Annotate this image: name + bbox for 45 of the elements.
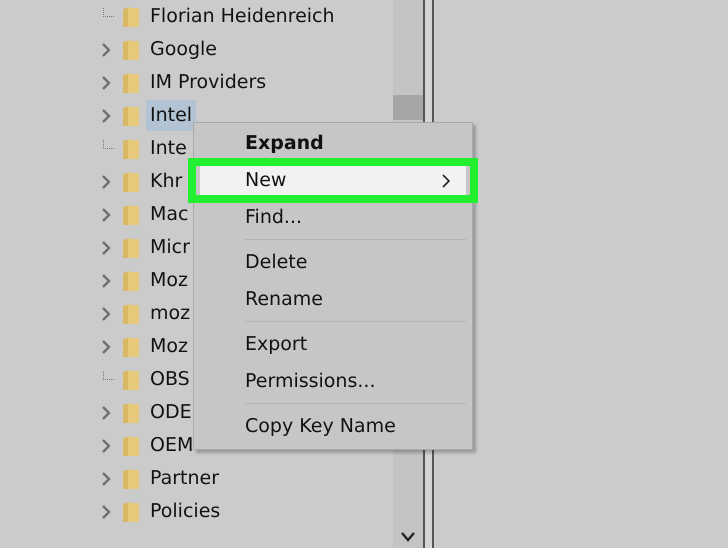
tree-item[interactable]: Florian Heidenreich <box>146 1 339 32</box>
tree-item[interactable]: Khr <box>146 166 186 197</box>
tree-item[interactable]: Partner <box>146 463 224 494</box>
tree-item[interactable]: Mac <box>146 199 192 230</box>
folder-icon <box>122 38 140 60</box>
tree-connector-line <box>103 8 115 17</box>
folder-icon <box>122 236 140 258</box>
tree-item[interactable]: Inte <box>146 133 191 164</box>
folder-icon <box>122 72 140 94</box>
menu-item[interactable]: Rename <box>200 285 466 314</box>
folder-icon <box>122 302 140 324</box>
menu-item[interactable]: Export <box>200 330 466 359</box>
folder-icon <box>122 170 140 192</box>
folder-icon <box>122 6 140 28</box>
tree-item[interactable]: moz <box>146 298 194 329</box>
menu-item[interactable]: Expand <box>200 129 466 158</box>
menu-item[interactable]: Permissions... <box>200 367 466 396</box>
folder-icon <box>122 336 140 358</box>
folder-icon <box>122 368 140 390</box>
folder-icon <box>122 138 140 160</box>
tree-item[interactable]: Moz <box>146 331 192 362</box>
menu-item[interactable]: New <box>200 166 466 195</box>
menu-item[interactable]: Delete <box>200 248 466 277</box>
folder-icon <box>122 468 140 490</box>
tree-item[interactable]: Intel <box>146 100 196 131</box>
tree-item[interactable]: OEM <box>146 430 198 461</box>
tree-connector-line <box>103 140 115 149</box>
tree-item[interactable]: IM Providers <box>146 67 270 98</box>
tree-item[interactable]: Micr <box>146 232 194 263</box>
menu-item[interactable]: Find... <box>200 203 466 232</box>
folder-icon <box>122 270 140 292</box>
tree-item[interactable]: Policies <box>146 496 224 527</box>
scroll-down-icon[interactable] <box>400 531 416 543</box>
folder-icon <box>122 204 140 226</box>
folder-icon <box>122 104 140 126</box>
folder-icon <box>122 402 140 424</box>
tree-connector-line <box>103 371 115 380</box>
menu-item[interactable]: Copy Key Name <box>200 412 466 441</box>
tree-item[interactable]: Moz <box>146 265 192 296</box>
tree-item[interactable]: ODE <box>146 397 196 428</box>
folder-icon <box>122 434 140 456</box>
tree-item[interactable]: Google <box>146 34 222 65</box>
folder-icon <box>122 500 140 522</box>
scrollbar-thumb[interactable] <box>393 95 423 120</box>
tree-item[interactable]: OBS <box>146 364 194 395</box>
